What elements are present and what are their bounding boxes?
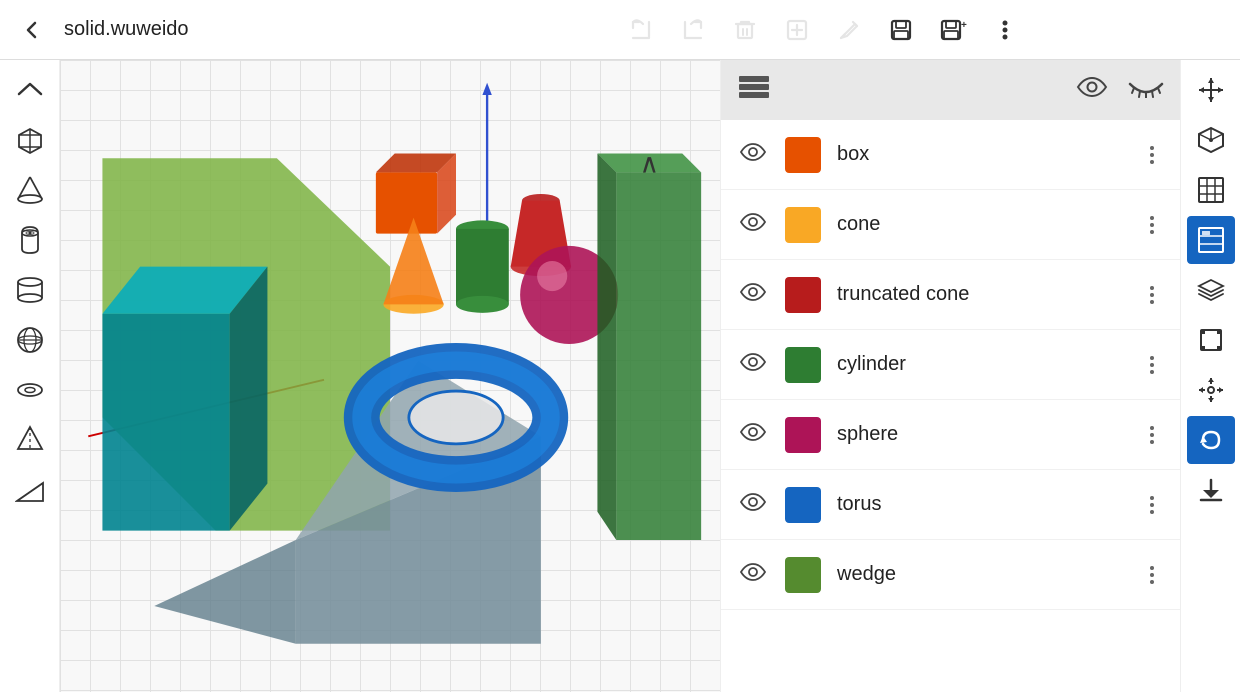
layer-item: cylinder <box>721 330 1180 400</box>
right-sidebar <box>1180 60 1240 692</box>
layer-eye-icon[interactable] <box>737 352 769 378</box>
add-button[interactable] <box>775 8 819 52</box>
layer-more-button[interactable] <box>1140 426 1164 444</box>
layer-item: torus <box>721 470 1180 540</box>
layer-more-button[interactable] <box>1140 216 1164 234</box>
layer-item: sphere <box>721 400 1180 470</box>
top-toolbar: solid.wuweido <box>0 0 1240 60</box>
viewport[interactable]: ∧ <box>60 60 720 692</box>
main-content: ∧ <box>0 60 1240 692</box>
layer-name: cone <box>837 213 1124 236</box>
pyramid-icon[interactable] <box>6 416 54 464</box>
panel-header-actions <box>1076 76 1164 104</box>
view-cube-icon[interactable] <box>1187 116 1235 164</box>
layer-color-swatch <box>785 277 821 313</box>
frame-icon[interactable] <box>1187 316 1235 364</box>
bucket-icon[interactable] <box>6 216 54 264</box>
layer-eye-icon[interactable] <box>737 492 769 518</box>
layer-eye-icon[interactable] <box>737 422 769 448</box>
layer-more-button[interactable] <box>1140 286 1164 304</box>
undo-button[interactable] <box>619 8 663 52</box>
grid-view-icon[interactable] <box>1187 166 1235 214</box>
toolbar-center: + <box>417 8 1230 52</box>
layer-more-button[interactable] <box>1140 496 1164 514</box>
layer-color-swatch <box>785 137 821 173</box>
wedge-icon[interactable] <box>6 466 54 514</box>
right-panel: box cone truncated cone <box>720 60 1180 692</box>
save-as-button[interactable]: + <box>931 8 975 52</box>
layer-eye-icon[interactable] <box>737 562 769 588</box>
layer-more-button[interactable] <box>1140 146 1164 164</box>
undo-rotate-icon[interactable] <box>1187 416 1235 464</box>
layer-name: cylinder <box>837 353 1124 376</box>
eye-open-icon[interactable] <box>1076 76 1108 104</box>
layer-more-button[interactable] <box>1140 566 1164 584</box>
layers-view-icon[interactable] <box>1187 216 1235 264</box>
layer-color-swatch <box>785 417 821 453</box>
layer-list: box cone truncated cone <box>721 120 1180 692</box>
layer-name: box <box>837 143 1124 166</box>
layer-color-swatch <box>785 347 821 383</box>
cone-shape-icon[interactable] <box>6 166 54 214</box>
redo-button[interactable] <box>671 8 715 52</box>
globe-icon[interactable] <box>6 316 54 364</box>
layer-name: sphere <box>837 423 1124 446</box>
layer-color-swatch <box>785 207 821 243</box>
collapse-icon[interactable] <box>6 66 54 114</box>
layer-color-swatch <box>785 487 821 523</box>
toolbar-left: solid.wuweido <box>10 8 417 52</box>
save-button[interactable] <box>879 8 923 52</box>
box-3d-icon[interactable] <box>6 116 54 164</box>
layer-item: wedge <box>721 540 1180 610</box>
move-icon[interactable] <box>1187 366 1235 414</box>
edit-button[interactable] <box>827 8 871 52</box>
app-title: solid.wuweido <box>64 18 189 41</box>
panel-header <box>721 60 1180 120</box>
stack-icon[interactable] <box>1187 266 1235 314</box>
delete-button[interactable] <box>723 8 767 52</box>
svg-text:∧: ∧ <box>640 148 659 178</box>
import-icon[interactable] <box>1187 466 1235 514</box>
back-button[interactable] <box>10 8 54 52</box>
torus-shape-icon[interactable] <box>6 366 54 414</box>
eye-closed-icon[interactable] <box>1128 76 1164 104</box>
layer-eye-icon[interactable] <box>737 212 769 238</box>
layer-name: truncated cone <box>837 283 1124 306</box>
layer-item: cone <box>721 190 1180 260</box>
layer-name: wedge <box>837 563 1124 586</box>
cylinder-shape-icon[interactable] <box>6 266 54 314</box>
layer-eye-icon[interactable] <box>737 282 769 308</box>
more-button[interactable] <box>983 8 1027 52</box>
svg-text:+: + <box>961 20 967 31</box>
layer-eye-icon[interactable] <box>737 142 769 168</box>
viewport-svg: ∧ <box>60 60 720 692</box>
panel-header-icon <box>737 73 771 108</box>
layer-item: box <box>721 120 1180 190</box>
layer-name: torus <box>837 493 1124 516</box>
layer-item: truncated cone <box>721 260 1180 330</box>
layer-more-button[interactable] <box>1140 356 1164 374</box>
left-sidebar <box>0 60 60 692</box>
layer-color-swatch <box>785 557 821 593</box>
transform-icon[interactable] <box>1187 66 1235 114</box>
